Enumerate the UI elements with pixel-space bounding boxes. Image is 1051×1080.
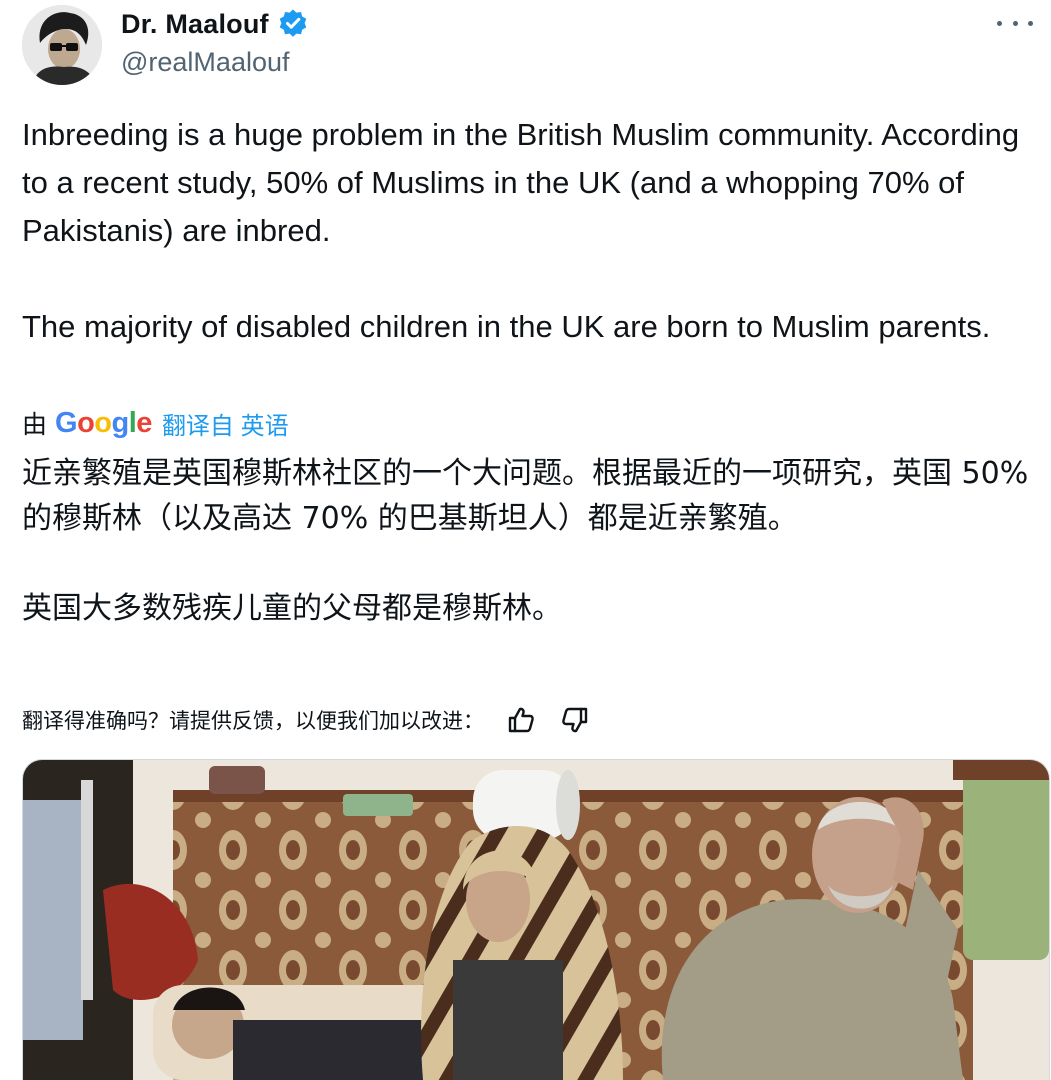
tweet-text: Inbreeding is a huge problem in the Brit… — [22, 111, 1032, 351]
translated-from-link[interactable]: 翻译自 英语 — [162, 406, 289, 441]
translated-paragraph-2: 英国大多数残疾儿童的父母都是穆斯林。 — [22, 591, 562, 626]
author-name-row: Dr. Maalouf — [121, 6, 309, 42]
tweet-paragraph-2: The majority of disabled children in the… — [22, 309, 991, 344]
handle[interactable]: @realMaalouf — [121, 47, 290, 78]
dot — [1012, 20, 1018, 26]
thumbs-up-icon[interactable] — [504, 703, 538, 737]
thumbs-down-icon[interactable] — [558, 703, 592, 737]
dot — [997, 20, 1002, 26]
dot — [1028, 20, 1033, 26]
translation-feedback: 翻译得准确吗？请提供反馈，以便我们加以改进： — [22, 700, 592, 740]
feedback-prompt: 翻译得准确吗？请提供反馈，以便我们加以改进： — [22, 709, 484, 733]
translated-text: 近亲繁殖是英国穆斯林社区的一个大问题。根据最近的一项研究，英国 50% 的穆斯林… — [22, 451, 1032, 631]
google-logo: Google — [55, 406, 152, 439]
avatar[interactable] — [22, 5, 102, 85]
verified-badge-icon — [277, 8, 309, 40]
tweet-paragraph-1: Inbreeding is a huge problem in the Brit… — [22, 117, 1020, 248]
tweet-photo[interactable] — [22, 759, 1050, 1080]
display-name[interactable]: Dr. Maalouf — [121, 9, 269, 40]
translation-attribution: 由 Google 翻译自 英语 — [22, 404, 289, 442]
tweet: Dr. Maalouf @realMaalouf Inbreeding is a… — [0, 0, 1051, 1080]
more-options-icon[interactable] — [997, 10, 1033, 36]
translated-by-label: 由 — [22, 411, 48, 439]
translated-paragraph-1: 近亲繁殖是英国穆斯林社区的一个大问题。根据最近的一项研究，英国 50% 的穆斯林… — [22, 456, 1029, 536]
